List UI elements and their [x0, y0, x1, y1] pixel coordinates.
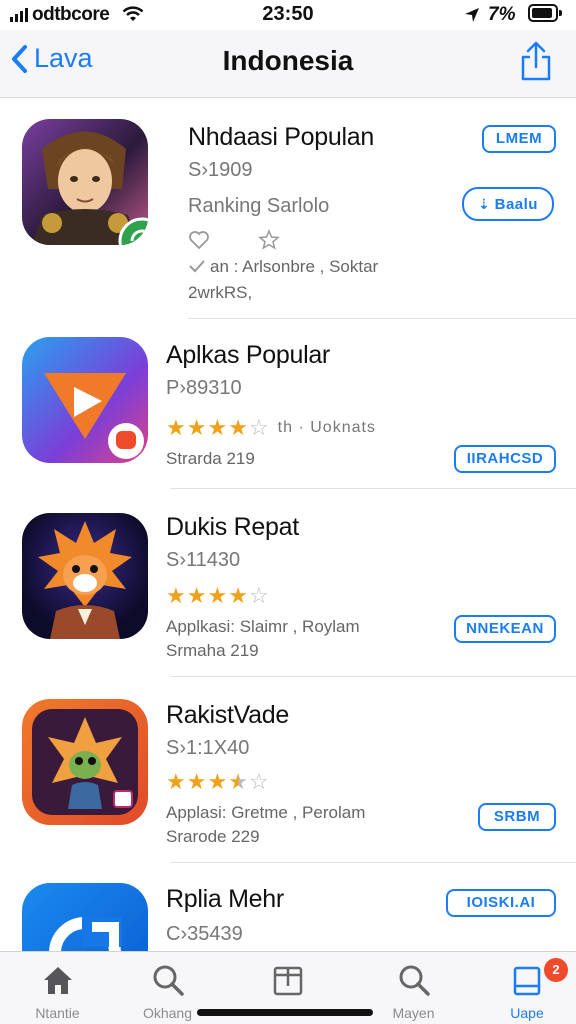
get-button[interactable]: IOISKI.AI	[446, 889, 556, 917]
star-icon: ★	[186, 769, 208, 794]
rating-stars: ★ ★ ★ ★ ☆	[166, 583, 270, 609]
list-item[interactable]: Nhdaasi Populan S›1909 Ranking Sarlolo a…	[0, 99, 576, 319]
battery-percent: 7%	[488, 4, 516, 25]
app-icon-warrior[interactable]	[22, 119, 148, 245]
fox-character-icon	[38, 521, 132, 639]
status-bar: odtbcore 23:50 7%	[0, 0, 576, 30]
rating-stars: ★ ★ ★ ★ ☆ th · Uoknats	[166, 415, 376, 441]
app-icon-sync[interactable]	[22, 883, 148, 951]
app-name[interactable]: Rplia Mehr	[166, 885, 284, 914]
warrior-portrait-icon	[32, 131, 148, 245]
install-button[interactable]: ⇣ Baalu	[462, 187, 554, 221]
star-icon: ★	[186, 415, 208, 440]
check-icon	[189, 260, 205, 273]
app-subtitle: C›35439	[166, 923, 243, 945]
app-subtitle: S›11430	[166, 549, 241, 571]
navigation-bar: Lava Indonesia	[0, 30, 576, 98]
tab-explore[interactable]: Mayen	[356, 952, 471, 1024]
search-icon	[153, 965, 184, 996]
star-icon: ★	[207, 583, 229, 608]
star-outline-icon[interactable]	[258, 229, 280, 251]
home-icon	[43, 967, 72, 994]
star-icon: ★	[166, 769, 187, 794]
get-button[interactable]: SRBM	[478, 803, 556, 831]
battery-tip	[559, 10, 562, 16]
monster-character-icon	[32, 709, 138, 815]
list-item[interactable]: RakistVade S›1:1X40 ★ ★ ★ ★ ☆ Applasi: Gretm…	[0, 677, 576, 863]
app-icon-video[interactable]	[22, 337, 148, 463]
home-indicator	[197, 1009, 373, 1016]
download-icon: ⇣	[478, 196, 495, 212]
app-subtitle: P›89310	[166, 377, 242, 399]
app-icon-creature[interactable]	[22, 699, 148, 825]
star-icon: ★	[166, 415, 187, 440]
rating-text: th · Uoknats	[277, 419, 376, 436]
get-button[interactable]: IIRAHCSD	[454, 445, 556, 473]
star-icon: ★	[186, 583, 208, 608]
app-subtitle: S›1:1X40	[166, 737, 250, 759]
app-category: Ranking Sarlolo	[188, 195, 330, 217]
battery-icon	[528, 4, 558, 22]
app-name[interactable]: Nhdaasi Populan	[188, 123, 374, 152]
get-button[interactable]: LMEM	[482, 125, 556, 153]
heart-icon[interactable]	[188, 229, 210, 251]
star-empty-icon: ☆	[248, 769, 270, 794]
star-half-icon: ★	[228, 769, 249, 794]
star-empty-icon: ☆	[248, 583, 270, 608]
app-name[interactable]: Aplkas Popular	[166, 341, 330, 370]
app-meta: Srarode 229	[166, 827, 260, 846]
list-item[interactable]: Dukis Repat S›11430 ★ ★ ★ ★ ☆ Applkasi: Slai…	[0, 489, 576, 677]
star-icon: ★	[207, 769, 229, 794]
app-count: 2wrkRS,	[188, 283, 253, 302]
app-meta: Srmaha 219	[166, 641, 259, 660]
list-item[interactable]: Rplia Mehr C›35439 IOISKI.AI	[0, 863, 576, 951]
share-icon[interactable]	[518, 40, 554, 82]
star-icon: ★	[228, 583, 249, 608]
location-icon	[465, 8, 479, 22]
app-icon-fox[interactable]	[22, 513, 148, 639]
app-meta-text: an : Arlsonbre , Soktar	[210, 257, 379, 276]
star-empty-icon: ☆	[248, 415, 270, 440]
rating-stars: ★ ★ ★ ★ ☆	[166, 769, 270, 795]
list-item[interactable]: Aplkas Popular P›89310 ★ ★ ★ ★ ☆ th · Uoknat…	[0, 319, 576, 489]
app-category: Applkasi: Slaimr , Roylam	[166, 617, 360, 636]
box-icon	[273, 966, 302, 996]
app-subtitle: S›1909	[188, 159, 253, 181]
tab-label: Ntantie	[35, 1005, 80, 1021]
tab-updates[interactable]: 2 Uape	[478, 952, 576, 1024]
app-meta: an : Arlsonbre , Soktar	[188, 257, 378, 277]
search-icon	[399, 965, 430, 996]
app-meta: Strarda 219	[166, 449, 255, 468]
star-icon: ★	[207, 415, 229, 440]
play-shield-icon	[44, 373, 144, 459]
tab-label: Uape	[510, 1005, 544, 1021]
page-title: Indonesia	[222, 45, 354, 76]
app-category: Applasi: Gretme , Perolam	[166, 803, 366, 822]
app-name[interactable]: RakistVade	[166, 701, 289, 730]
tab-label: Mayen	[392, 1005, 435, 1021]
refresh-icon	[49, 917, 122, 951]
install-label: Baalu	[494, 196, 538, 213]
updates-icon	[513, 966, 541, 996]
app-actions	[188, 229, 280, 251]
app-list[interactable]: Nhdaasi Populan S›1909 Ranking Sarlolo a…	[0, 99, 576, 951]
app-name[interactable]: Dukis Repat	[166, 513, 299, 542]
star-icon: ★	[228, 415, 249, 440]
notification-badge: 2	[544, 958, 568, 982]
get-button[interactable]: NNEKEAN	[454, 615, 556, 643]
star-icon: ★	[166, 583, 187, 608]
tab-home[interactable]: Ntantie	[0, 952, 115, 1024]
